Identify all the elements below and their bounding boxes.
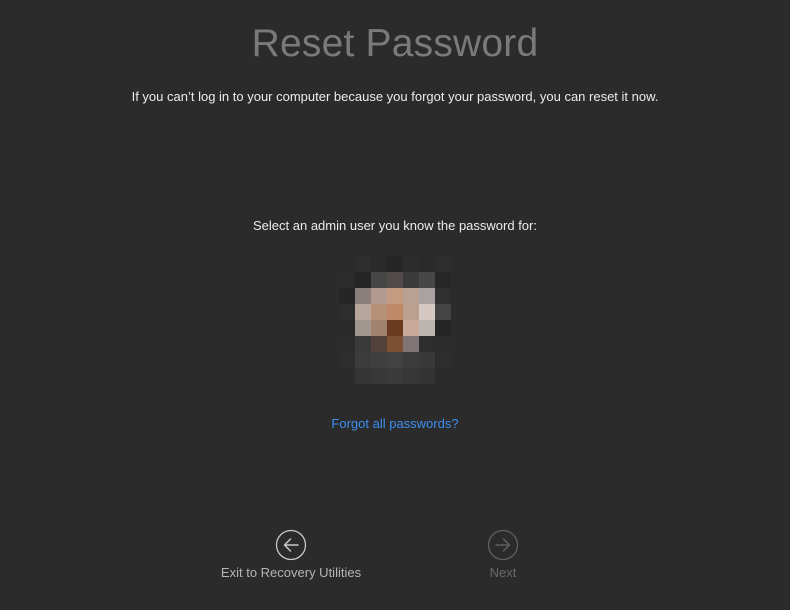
avatar-pixel	[387, 288, 404, 305]
avatar-pixel	[371, 304, 388, 321]
forgot-link-row: Forgot all passwords?	[0, 416, 790, 431]
avatar-pixel	[435, 368, 451, 384]
avatar-pixel	[419, 256, 436, 273]
avatar-pixel	[339, 304, 356, 321]
avatar-pixel	[403, 336, 420, 353]
avatar-pixel	[339, 336, 356, 353]
avatar-pixel	[371, 320, 388, 337]
reset-password-window: Reset Password If you can’t log in to yo…	[0, 0, 790, 610]
admin-user-prompt: Select an admin user you know the passwo…	[253, 218, 537, 233]
avatar-pixel	[339, 272, 356, 289]
avatar-pixel	[339, 320, 356, 337]
avatar-pixel	[339, 288, 356, 305]
avatar-pixel	[355, 352, 372, 369]
avatar-pixel	[387, 368, 404, 384]
avatar-pixel	[403, 272, 420, 289]
avatar-pixel	[403, 304, 420, 321]
avatar-pixel	[355, 336, 372, 353]
avatar-pixel	[371, 288, 388, 305]
avatar-pixel	[387, 320, 404, 337]
avatar-pixel	[435, 288, 451, 305]
arrow-right-circle-icon	[487, 529, 519, 561]
avatar-pixel	[371, 352, 388, 369]
exit-to-recovery-label: Exit to Recovery Utilities	[220, 565, 362, 580]
avatar-pixel	[435, 256, 451, 273]
avatar-image	[339, 256, 451, 384]
avatar-pixel	[371, 336, 388, 353]
avatar-pixel	[419, 304, 436, 321]
avatar-pixel	[339, 368, 356, 384]
avatar-pixel	[419, 368, 436, 384]
avatar-pixel	[355, 272, 372, 289]
avatar-pixel	[355, 368, 372, 384]
page-subtitle: If you can’t log in to your computer bec…	[131, 89, 659, 104]
avatar-pixel	[371, 256, 388, 273]
avatar-pixel	[339, 256, 356, 273]
avatar-pixel	[355, 320, 372, 337]
avatar-pixel	[355, 288, 372, 305]
arrow-left-circle-icon	[275, 529, 307, 561]
avatar-pixel	[435, 352, 451, 369]
avatar-pixel	[355, 256, 372, 273]
avatar-pixel	[435, 320, 451, 337]
avatar-pixel	[371, 368, 388, 384]
avatar-pixel	[355, 304, 372, 321]
avatar-pixel	[419, 320, 436, 337]
avatar-pixel	[403, 320, 420, 337]
next-label: Next	[489, 565, 517, 580]
avatar-pixel	[403, 352, 420, 369]
avatar-pixel	[387, 304, 404, 321]
avatar-pixel	[387, 336, 404, 353]
avatar-pixel	[403, 288, 420, 305]
avatar-pixel	[387, 352, 404, 369]
avatar-pixel	[387, 272, 404, 289]
admin-user-avatar[interactable]	[339, 256, 451, 384]
forgot-all-passwords-link[interactable]: Forgot all passwords?	[331, 416, 458, 431]
avatar-pixel	[435, 272, 451, 289]
avatar-pixel	[419, 272, 436, 289]
avatar-pixel	[419, 352, 436, 369]
avatar-pixel	[339, 352, 356, 369]
next-button[interactable]: Next	[413, 529, 593, 580]
avatar-pixel	[371, 272, 388, 289]
exit-to-recovery-button[interactable]: Exit to Recovery Utilities	[201, 529, 381, 580]
avatar-pixel	[403, 368, 420, 384]
avatar-pixel	[435, 304, 451, 321]
avatar-pixel	[419, 336, 436, 353]
page-title: Reset Password	[251, 22, 539, 65]
avatar-pixel	[435, 336, 451, 353]
avatar-pixel	[419, 288, 436, 305]
avatar-pixel	[387, 256, 404, 273]
avatar-pixel	[403, 256, 420, 273]
